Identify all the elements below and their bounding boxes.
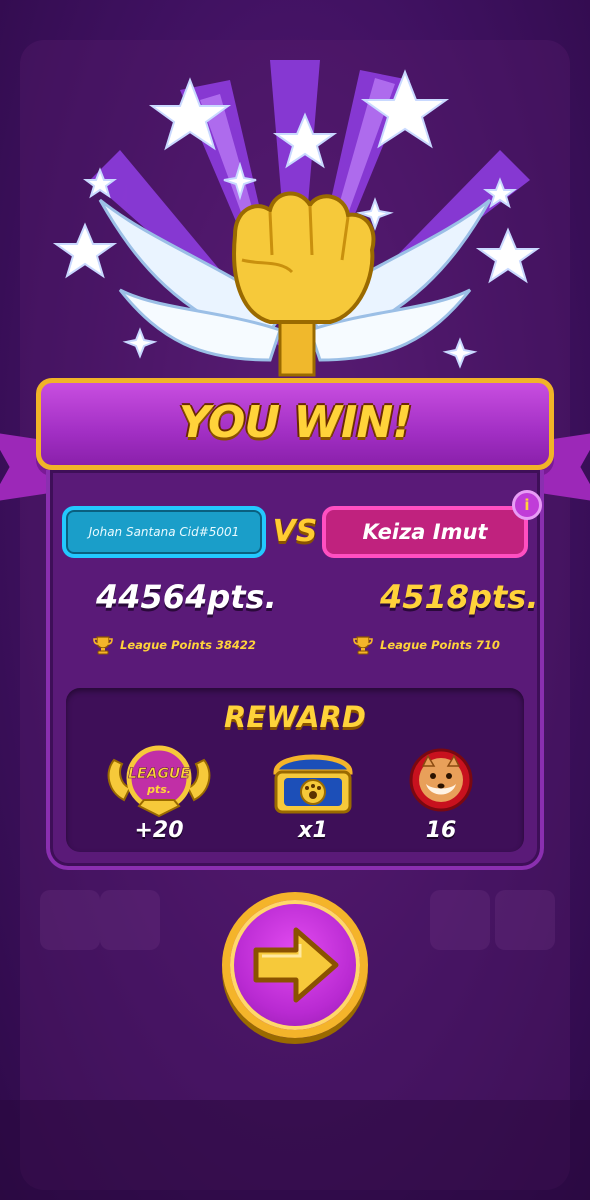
player-left-score: 44564pts.	[96, 578, 277, 616]
reward-chest-value: x1	[298, 818, 328, 843]
player-right-score: 4518pts.	[380, 578, 539, 616]
league-pts-badge-icon: LEAGUE pts.	[107, 745, 211, 818]
background-gem	[100, 890, 160, 950]
player-left-name-badge: Johan Santana Cid#5001	[62, 506, 266, 558]
background-gem	[495, 890, 555, 950]
player-right-name-badge: Keiza Imut	[322, 506, 528, 558]
result-banner: YOU WIN!	[36, 378, 554, 470]
player-right-league-points-text: League Points 710	[380, 638, 500, 652]
background-gem	[40, 890, 100, 950]
vs-label: VS	[272, 514, 318, 549]
league-badge-subtext: pts.	[146, 783, 171, 796]
player-left-league-points-text: League Points 38422	[120, 638, 256, 652]
background-gem	[430, 890, 490, 950]
opponent-info-button[interactable]: i	[512, 490, 542, 520]
player-right-name: Keiza Imut	[362, 520, 488, 544]
league-badge-text: LEAGUE	[128, 766, 190, 782]
victory-burst-illustration	[52, 60, 541, 377]
arrow-right-icon	[253, 927, 339, 1003]
shiba-token-icon	[409, 748, 473, 812]
reward-shiba-token-value: 16	[425, 818, 457, 843]
trophy-icon	[93, 636, 113, 655]
next-button[interactable]	[222, 892, 368, 1038]
treasure-chest-icon	[273, 754, 353, 814]
reward-item-league-pts: LEAGUE pts. +20	[104, 742, 214, 843]
reward-title: REWARD	[224, 700, 366, 734]
person-info-icon: i	[524, 496, 530, 514]
reward-item-shiba-token: 16	[386, 742, 496, 843]
bottom-area	[0, 1100, 590, 1200]
trophy-icon	[353, 636, 373, 655]
player-left-league-points: League Points 38422	[92, 634, 256, 656]
reward-league-pts-value: +20	[134, 818, 184, 843]
player-left-name: Johan Santana Cid#5001	[88, 525, 240, 539]
result-title: YOU WIN!	[178, 397, 413, 448]
player-right-league-points: League Points 710	[352, 634, 500, 656]
reward-item-chest: x1	[258, 742, 368, 843]
